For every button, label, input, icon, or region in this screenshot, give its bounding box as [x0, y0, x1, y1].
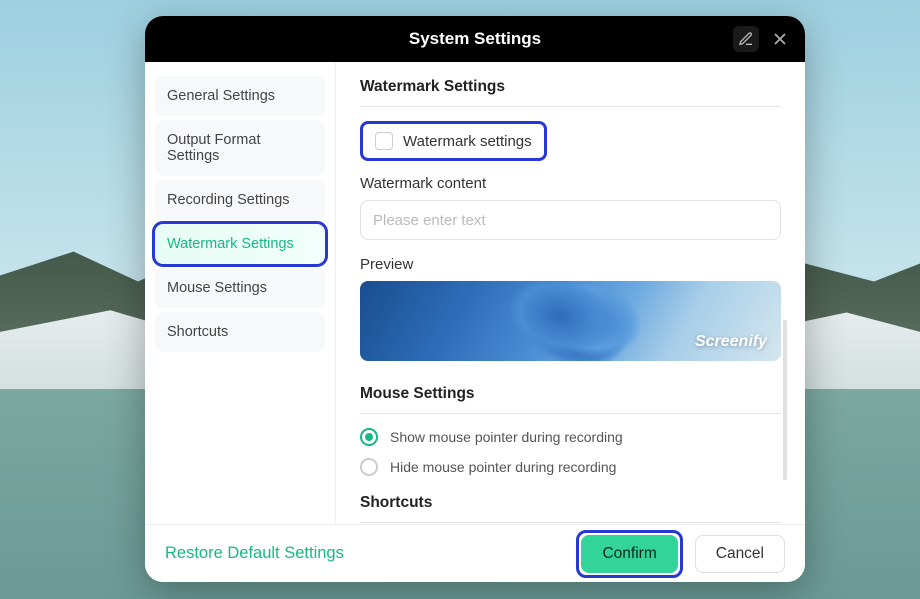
- window-title: System Settings: [409, 29, 541, 49]
- shortcuts-heading: Shortcuts: [360, 494, 781, 523]
- checkbox-label: Watermark settings: [403, 133, 532, 150]
- radio-label: Hide mouse pointer during recording: [390, 459, 616, 475]
- preview-label: Preview: [360, 256, 781, 273]
- titlebar: System Settings: [145, 16, 805, 62]
- watermark-heading: Watermark Settings: [360, 78, 781, 107]
- watermark-preview: Screenify: [360, 281, 781, 361]
- radio-icon: [360, 428, 378, 446]
- edit-button[interactable]: [733, 26, 759, 52]
- sidebar-item-mouse[interactable]: Mouse Settings: [155, 268, 325, 308]
- sidebar-item-shortcuts[interactable]: Shortcuts: [155, 312, 325, 352]
- modal-footer: Restore Default Settings Confirm Cancel: [145, 524, 805, 582]
- settings-sidebar: General Settings Output Format Settings …: [145, 62, 335, 524]
- sidebar-item-recording[interactable]: Recording Settings: [155, 180, 325, 220]
- watermark-enable-checkbox[interactable]: Watermark settings: [360, 121, 547, 161]
- sidebar-item-output-format[interactable]: Output Format Settings: [155, 120, 325, 176]
- settings-modal: System Settings General Settings Output …: [145, 16, 805, 582]
- settings-panel: Watermark Settings Watermark settings Wa…: [336, 62, 805, 524]
- confirm-button[interactable]: Confirm: [581, 535, 677, 573]
- radio-icon: [360, 458, 378, 476]
- checkbox-icon: [375, 132, 393, 150]
- mouse-heading: Mouse Settings: [360, 385, 781, 414]
- pencil-icon: [738, 31, 754, 47]
- radio-hide-pointer[interactable]: Hide mouse pointer during recording: [360, 458, 781, 476]
- watermark-content-input[interactable]: [360, 200, 781, 240]
- cancel-button[interactable]: Cancel: [695, 535, 785, 573]
- preview-brand-text: Screenify: [695, 333, 767, 351]
- close-button[interactable]: [767, 26, 793, 52]
- close-icon: [771, 30, 789, 48]
- restore-defaults-link[interactable]: Restore Default Settings: [165, 544, 344, 563]
- watermark-content-label: Watermark content: [360, 175, 781, 192]
- radio-show-pointer[interactable]: Show mouse pointer during recording: [360, 428, 781, 446]
- sidebar-item-general[interactable]: General Settings: [155, 76, 325, 116]
- sidebar-item-watermark[interactable]: Watermark Settings: [155, 224, 325, 264]
- radio-label: Show mouse pointer during recording: [390, 429, 623, 445]
- scrollbar[interactable]: [783, 320, 787, 480]
